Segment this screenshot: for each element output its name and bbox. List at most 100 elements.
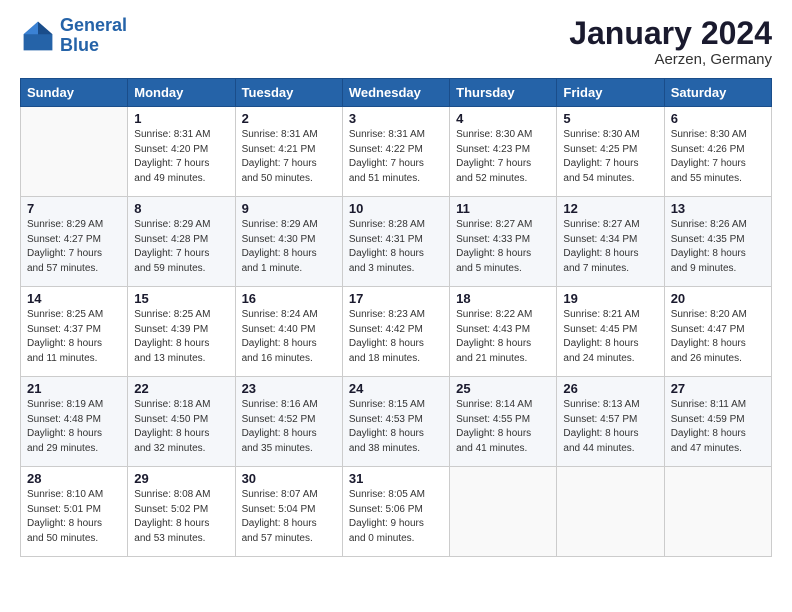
calendar-cell: 12Sunrise: 8:27 AMSunset: 4:34 PMDayligh…: [557, 197, 664, 287]
calendar-week-row: 14 Sunrise: 8:25 AMSunset: 4:37 PMDayligh…: [21, 287, 772, 377]
calendar-cell: 21 Sunrise: 8:19 AMSunset: 4:48 PMDayligh…: [21, 377, 128, 467]
calendar-cell: [21, 107, 128, 197]
day-number: 10: [349, 201, 443, 216]
day-number: 29: [134, 471, 228, 486]
header: General Blue January 2024 Aerzen, German…: [20, 16, 772, 68]
calendar-cell: 10Sunrise: 8:28 AMSunset: 4:31 PMDayligh…: [342, 197, 449, 287]
weekday-header-row: SundayMondayTuesdayWednesdayThursdayFrid…: [21, 79, 772, 107]
logo: General Blue: [20, 16, 127, 56]
day-info: Sunrise: 8:05 AMSunset: 5:06 PMDaylight:…: [349, 488, 443, 546]
day-info: Sunrise: 8:30 AMSunset: 4:25 PMDaylight:…: [563, 128, 657, 186]
day-number: 13: [671, 201, 765, 216]
day-number: 24: [349, 381, 443, 396]
day-number: 26: [563, 381, 657, 396]
calendar-cell: 30 Sunrise: 8:07 AMSunset: 5:04 PMDayligh…: [235, 467, 342, 557]
day-info: Sunrise: 8:27 AMSunset: 4:34 PMDaylight:…: [563, 218, 657, 276]
day-number: 31: [349, 471, 443, 486]
calendar-cell: 20Sunrise: 8:20 AMSunset: 4:47 PMDayligh…: [664, 287, 771, 377]
day-number: 28: [27, 471, 121, 486]
calendar-cell: 22Sunrise: 8:18 AMSunset: 4:50 PMDayligh…: [128, 377, 235, 467]
calendar-cell: 29 Sunrise: 8:08 AMSunset: 5:02 PMDayligh…: [128, 467, 235, 557]
weekday-header-tuesday: Tuesday: [235, 79, 342, 107]
calendar-cell: 6 Sunrise: 8:30 AMSunset: 4:26 PMDaylight…: [664, 107, 771, 197]
calendar-cell: [450, 467, 557, 557]
calendar-week-row: 21 Sunrise: 8:19 AMSunset: 4:48 PMDayligh…: [21, 377, 772, 467]
calendar-cell: 28 Sunrise: 8:10 AMSunset: 5:01 PMDayligh…: [21, 467, 128, 557]
day-number: 11: [456, 201, 550, 216]
day-number: 9: [242, 201, 336, 216]
logo-text: General Blue: [60, 16, 127, 56]
day-number: 30: [242, 471, 336, 486]
day-info: Sunrise: 8:22 AMSunset: 4:43 PMDaylight:…: [456, 308, 550, 366]
day-info: Sunrise: 8:27 AMSunset: 4:33 PMDaylight:…: [456, 218, 550, 276]
day-info: Sunrise: 8:30 AMSunset: 4:26 PMDaylight:…: [671, 128, 765, 186]
day-number: 17: [349, 291, 443, 306]
calendar-cell: [664, 467, 771, 557]
day-number: 8: [134, 201, 228, 216]
day-info: Sunrise: 8:07 AMSunset: 5:04 PMDaylight:…: [242, 488, 336, 546]
day-info: Sunrise: 8:26 AMSunset: 4:35 PMDaylight:…: [671, 218, 765, 276]
calendar-cell: 11 Sunrise: 8:27 AMSunset: 4:33 PMDayligh…: [450, 197, 557, 287]
page: General Blue January 2024 Aerzen, German…: [0, 0, 792, 612]
day-info: Sunrise: 8:19 AMSunset: 4:48 PMDaylight:…: [27, 398, 121, 456]
day-info: Sunrise: 8:18 AMSunset: 4:50 PMDaylight:…: [134, 398, 228, 456]
weekday-header-friday: Friday: [557, 79, 664, 107]
calendar-cell: 7 Sunrise: 8:29 AMSunset: 4:27 PMDaylight…: [21, 197, 128, 287]
calendar-cell: 17 Sunrise: 8:23 AMSunset: 4:42 PMDayligh…: [342, 287, 449, 377]
calendar-cell: 9 Sunrise: 8:29 AMSunset: 4:30 PMDaylight…: [235, 197, 342, 287]
calendar-cell: 23 Sunrise: 8:16 AMSunset: 4:52 PMDayligh…: [235, 377, 342, 467]
day-number: 15: [134, 291, 228, 306]
weekday-header-monday: Monday: [128, 79, 235, 107]
calendar-cell: 31 Sunrise: 8:05 AMSunset: 5:06 PMDayligh…: [342, 467, 449, 557]
calendar-cell: 4 Sunrise: 8:30 AMSunset: 4:23 PMDaylight…: [450, 107, 557, 197]
calendar-week-row: 1Sunrise: 8:31 AMSunset: 4:20 PMDaylight…: [21, 107, 772, 197]
calendar-cell: 1Sunrise: 8:31 AMSunset: 4:20 PMDaylight…: [128, 107, 235, 197]
day-info: Sunrise: 8:15 AMSunset: 4:53 PMDaylight:…: [349, 398, 443, 456]
calendar-cell: 25Sunrise: 8:14 AMSunset: 4:55 PMDayligh…: [450, 377, 557, 467]
day-info: Sunrise: 8:21 AMSunset: 4:45 PMDaylight:…: [563, 308, 657, 366]
day-info: Sunrise: 8:30 AMSunset: 4:23 PMDaylight:…: [456, 128, 550, 186]
logo-blue: Blue: [60, 35, 99, 55]
day-info: Sunrise: 8:25 AMSunset: 4:37 PMDaylight:…: [27, 308, 121, 366]
calendar-cell: 2 Sunrise: 8:31 AMSunset: 4:21 PMDaylight…: [235, 107, 342, 197]
title-block: January 2024 Aerzen, Germany: [569, 16, 772, 68]
day-info: Sunrise: 8:13 AMSunset: 4:57 PMDaylight:…: [563, 398, 657, 456]
day-info: Sunrise: 8:29 AMSunset: 4:30 PMDaylight:…: [242, 218, 336, 276]
day-info: Sunrise: 8:29 AMSunset: 4:27 PMDaylight:…: [27, 218, 121, 276]
calendar-cell: 15Sunrise: 8:25 AMSunset: 4:39 PMDayligh…: [128, 287, 235, 377]
day-number: 3: [349, 111, 443, 126]
day-number: 7: [27, 201, 121, 216]
day-info: Sunrise: 8:20 AMSunset: 4:47 PMDaylight:…: [671, 308, 765, 366]
calendar-cell: 16Sunrise: 8:24 AMSunset: 4:40 PMDayligh…: [235, 287, 342, 377]
day-number: 6: [671, 111, 765, 126]
day-info: Sunrise: 8:29 AMSunset: 4:28 PMDaylight:…: [134, 218, 228, 276]
day-info: Sunrise: 8:16 AMSunset: 4:52 PMDaylight:…: [242, 398, 336, 456]
weekday-header-saturday: Saturday: [664, 79, 771, 107]
day-number: 21: [27, 381, 121, 396]
day-number: 4: [456, 111, 550, 126]
weekday-header-wednesday: Wednesday: [342, 79, 449, 107]
day-number: 19: [563, 291, 657, 306]
calendar-cell: 19 Sunrise: 8:21 AMSunset: 4:45 PMDayligh…: [557, 287, 664, 377]
day-number: 23: [242, 381, 336, 396]
day-number: 18: [456, 291, 550, 306]
day-info: Sunrise: 8:24 AMSunset: 4:40 PMDaylight:…: [242, 308, 336, 366]
calendar-cell: 5Sunrise: 8:30 AMSunset: 4:25 PMDaylight…: [557, 107, 664, 197]
day-info: Sunrise: 8:31 AMSunset: 4:21 PMDaylight:…: [242, 128, 336, 186]
logo-icon: [20, 18, 56, 54]
day-info: Sunrise: 8:31 AMSunset: 4:20 PMDaylight:…: [134, 128, 228, 186]
calendar-cell: 18 Sunrise: 8:22 AMSunset: 4:43 PMDayligh…: [450, 287, 557, 377]
calendar-week-row: 28 Sunrise: 8:10 AMSunset: 5:01 PMDayligh…: [21, 467, 772, 557]
day-number: 14: [27, 291, 121, 306]
weekday-header-thursday: Thursday: [450, 79, 557, 107]
day-number: 25: [456, 381, 550, 396]
location: Aerzen, Germany: [569, 51, 772, 68]
day-info: Sunrise: 8:11 AMSunset: 4:59 PMDaylight:…: [671, 398, 765, 456]
day-info: Sunrise: 8:23 AMSunset: 4:42 PMDaylight:…: [349, 308, 443, 366]
day-info: Sunrise: 8:10 AMSunset: 5:01 PMDaylight:…: [27, 488, 121, 546]
day-number: 2: [242, 111, 336, 126]
calendar-cell: 13 Sunrise: 8:26 AMSunset: 4:35 PMDayligh…: [664, 197, 771, 287]
day-info: Sunrise: 8:08 AMSunset: 5:02 PMDaylight:…: [134, 488, 228, 546]
calendar-cell: [557, 467, 664, 557]
month-title: January 2024: [569, 16, 772, 51]
